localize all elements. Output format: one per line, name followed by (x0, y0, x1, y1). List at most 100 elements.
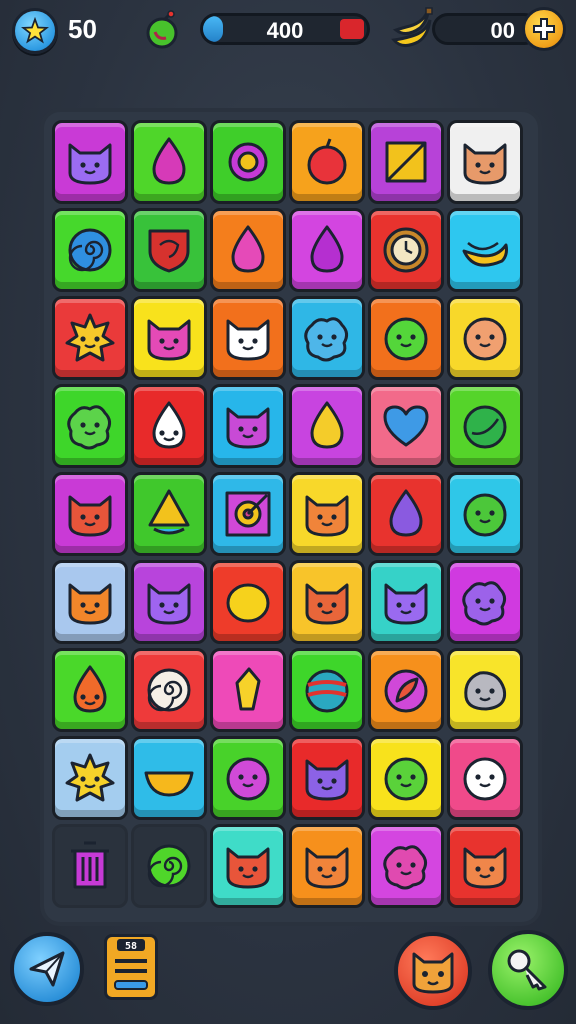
drop-icon (231, 225, 265, 273)
star-icon[interactable] (12, 8, 58, 54)
cat-face-icon (463, 847, 507, 889)
tile-r2-c5[interactable] (368, 208, 444, 292)
tile-r6-c5[interactable] (368, 560, 444, 644)
tile-r8-c6[interactable] (447, 736, 523, 820)
tile-r3-c6[interactable] (447, 296, 523, 380)
tile-r2-c2[interactable] (131, 208, 207, 292)
banana-icon (388, 6, 438, 54)
tile-r5-c4[interactable] (289, 472, 365, 556)
paper-plane-icon[interactable] (10, 932, 84, 1006)
rock-face-icon (464, 671, 507, 711)
crayon-icon (235, 667, 261, 711)
banana-fruit-icon (462, 241, 508, 267)
cat-face-icon (463, 143, 507, 185)
tile-r6-c4[interactable] (289, 560, 365, 644)
tile-r2-c4[interactable] (289, 208, 365, 292)
notepad-icon[interactable]: 58 (104, 934, 158, 1000)
round-face-icon (226, 757, 270, 801)
target-icon (225, 491, 271, 537)
tile-r2-c6[interactable] (447, 208, 523, 292)
tile-r2-c3[interactable] (210, 208, 286, 292)
tile-r1-c6[interactable] (447, 120, 523, 204)
tile-r1-c1[interactable] (52, 120, 128, 204)
tile-r7-c6[interactable] (447, 648, 523, 732)
tile-r1-c4[interactable] (289, 120, 365, 204)
tile-r3-c3[interactable] (210, 296, 286, 380)
spiral-icon (147, 844, 191, 888)
square-icon (385, 141, 427, 183)
tile-r7-c4[interactable] (289, 648, 365, 732)
tile-r6-c1[interactable] (52, 560, 128, 644)
tile-r9-c6[interactable] (447, 824, 523, 908)
ring-icon (228, 142, 268, 182)
cat-face-icon (68, 143, 112, 185)
tile-r5-c2[interactable] (131, 472, 207, 556)
tile-r5-c3[interactable] (210, 472, 286, 556)
cat-face-icon (305, 847, 349, 889)
tile-r9-c1[interactable] (52, 824, 128, 908)
tile-r3-c1[interactable] (52, 296, 128, 380)
drop-icon (310, 401, 344, 449)
round-face-icon (463, 317, 507, 361)
tile-r4-c4[interactable] (289, 384, 365, 468)
blob-icon (462, 581, 507, 626)
tile-r7-c5[interactable] (368, 648, 444, 732)
tile-r9-c2[interactable] (131, 824, 207, 908)
lemon-icon (226, 583, 270, 623)
tile-r4-c3[interactable] (210, 384, 286, 468)
tile-r1-c3[interactable] (210, 120, 286, 204)
drop-icon (310, 225, 344, 273)
tile-r4-c1[interactable] (52, 384, 128, 468)
tile-r7-c1[interactable] (52, 648, 128, 732)
cat-face-icon (68, 583, 112, 625)
key-icon[interactable] (488, 930, 568, 1010)
shield-icon (148, 229, 190, 273)
tile-r2-c1[interactable] (52, 208, 128, 292)
tile-r8-c1[interactable] (52, 736, 128, 820)
tile-r9-c4[interactable] (289, 824, 365, 908)
plus-icon[interactable] (522, 7, 566, 51)
tile-r5-c5[interactable] (368, 472, 444, 556)
tile-r7-c3[interactable] (210, 648, 286, 732)
game-board (44, 112, 538, 922)
tile-r1-c2[interactable] (131, 120, 207, 204)
tile-r8-c2[interactable] (131, 736, 207, 820)
tile-r5-c6[interactable] (447, 472, 523, 556)
tile-r1-c5[interactable] (368, 120, 444, 204)
tile-r3-c2[interactable] (131, 296, 207, 380)
leaf-ball-icon (463, 405, 507, 449)
tile-r4-c6[interactable] (447, 384, 523, 468)
progress-value: 400 (266, 18, 304, 43)
cat-face-icon (305, 759, 349, 801)
tile-r4-c2[interactable] (131, 384, 207, 468)
cat-face-icon (226, 319, 270, 361)
cat-face-icon (305, 583, 349, 625)
tile-r8-c5[interactable] (368, 736, 444, 820)
tile-r6-c3[interactable] (210, 560, 286, 644)
cat-face-icon (147, 319, 191, 361)
tile-r6-c6[interactable] (447, 560, 523, 644)
tile-r3-c4[interactable] (289, 296, 365, 380)
cat-face-icon (68, 495, 112, 537)
spiral-icon (147, 668, 191, 712)
sun-icon (65, 313, 115, 362)
round-face-icon (384, 757, 428, 801)
star-count: 50 (68, 14, 97, 44)
tile-r8-c4[interactable] (289, 736, 365, 820)
tile-r4-c5[interactable] (368, 384, 444, 468)
cat-button-icon[interactable] (394, 932, 472, 1010)
round-face-icon (384, 317, 428, 361)
drop-face-icon (73, 665, 107, 713)
tile-r9-c5[interactable] (368, 824, 444, 908)
apple-fruit-icon (307, 138, 347, 185)
tile-r8-c3[interactable] (210, 736, 286, 820)
tile-r7-c2[interactable] (131, 648, 207, 732)
cat-face-icon (305, 495, 349, 537)
tile-r6-c2[interactable] (131, 560, 207, 644)
apple-icon (142, 10, 182, 50)
drop-icon (389, 489, 423, 537)
trash-icon (71, 841, 109, 889)
tile-r9-c3[interactable] (210, 824, 286, 908)
tile-r3-c5[interactable] (368, 296, 444, 380)
tile-r5-c1[interactable] (52, 472, 128, 556)
